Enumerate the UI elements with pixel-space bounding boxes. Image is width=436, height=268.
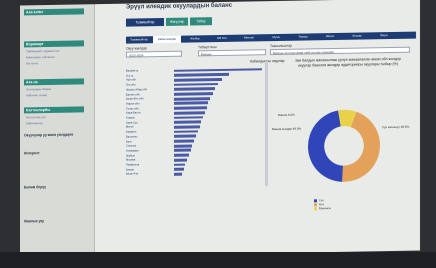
tab-sub[interactable]: Бири <box>371 32 397 39</box>
bar-category-label: Ысык-Ата <box>126 172 139 177</box>
sidebar-item[interactable]: Maaлымат ыйлагын <box>26 54 88 60</box>
bar <box>174 125 200 129</box>
legend-swatch <box>314 207 317 211</box>
donut-callout: Башка кыздар 45.3% <box>272 126 302 132</box>
bar <box>174 67 262 73</box>
bar <box>174 101 209 106</box>
bar <box>174 87 216 91</box>
bar <box>174 134 196 138</box>
legend-item: Башкасы <box>314 206 331 210</box>
sidebar-item[interactable]: Тайбамыйт тадкмлетик <box>26 48 88 54</box>
bar <box>174 148 191 153</box>
bar <box>174 167 184 171</box>
bar-chart: Бишкек ш. Ош ш. Чүй обл. Ош обл. Жалал-Абад … <box>126 67 266 179</box>
sidebar-item[interactable]: Интернэт <box>24 150 88 155</box>
bar <box>174 111 205 115</box>
bar <box>174 130 198 134</box>
tab-sub[interactable]: Ийгил <box>317 33 343 40</box>
bar <box>174 163 186 167</box>
bar <box>174 106 207 110</box>
tab-page[interactable]: Тывамыйтар <box>126 17 164 27</box>
tab-sub[interactable]: Тывамыйтар <box>126 36 152 43</box>
filter-label: Окуу жылдар <box>126 46 147 51</box>
main-content: Эрүүл илевдик окуулардын баланс Тывамыйт… <box>98 0 420 256</box>
sidebar-item[interactable]: Окуучулар уу жана уюлдарга <box>24 132 88 138</box>
sidebar-item[interactable]: Катталган уул <box>26 114 88 119</box>
monitor-screen: Axa ketter Boрамарт Тайбамыйт тадкмлетик… <box>20 0 420 258</box>
monitor-bezel <box>0 252 436 268</box>
sidebar-item[interactable]: Ыy кошу <box>26 60 88 65</box>
bar <box>174 77 223 82</box>
tab-sub-active[interactable]: Кайылымдар <box>153 35 181 44</box>
tab-sub[interactable]: Тамыр <box>290 33 316 40</box>
sidebar-item[interactable]: Кийинки талар <box>26 92 88 97</box>
bar <box>174 144 193 148</box>
filter-select[interactable]: Бардык <box>198 49 266 57</box>
filter-label: Тибыртлыш <box>198 45 217 50</box>
bar <box>174 153 189 157</box>
sidebar: Axa ketter Boрамарт Тайбамыйт тадкмлетик… <box>20 4 95 258</box>
donut-svg <box>308 109 381 182</box>
sidebar-group-header[interactable]: Kаттоолорбы <box>24 106 84 114</box>
tab-sub[interactable]: Жасар <box>344 32 370 39</box>
filter-label: Тышылыштар <box>270 43 292 49</box>
sub-tabs: Тывамыйтар Кайылымдар Жибер ОБ Ост Мекте… <box>126 31 416 44</box>
legend-label: Башкасы <box>319 206 331 211</box>
sidebar-group-header[interactable]: Ата-на <box>24 78 84 86</box>
filter-select[interactable]: 2023-2024 <box>126 50 182 58</box>
donut-callout: Уул катышуу 46.5% <box>382 124 410 130</box>
donut-callout: Башка 8.2% <box>278 112 295 117</box>
tab-sub[interactable]: ОБ Ост <box>209 35 235 42</box>
donut-chart-title: Эки балдын жанашылыш уулун жанааланган а… <box>294 56 402 68</box>
bar <box>174 158 188 162</box>
tab-sub[interactable]: Мектеп <box>236 34 262 41</box>
donut-slice[interactable] <box>308 110 343 182</box>
bar <box>174 96 211 101</box>
bar <box>174 139 195 143</box>
sidebar-item[interactable]: Билим берүү <box>24 184 88 189</box>
sidebar-header[interactable]: Axa ketter <box>24 8 84 16</box>
filter-select[interactable]: Бардык окуулар жана лабк куулар чиршиби <box>270 46 410 56</box>
donut-chart <box>304 105 384 186</box>
scrollbar[interactable] <box>265 61 268 187</box>
sidebar-item[interactable]: Жаалык уку <box>24 218 88 223</box>
tab-sub[interactable]: Муха <box>263 34 289 41</box>
sidebar-group-header[interactable]: Boрамарт <box>24 40 84 48</box>
tab-sub[interactable]: Жибер <box>182 35 208 42</box>
bar <box>174 172 182 176</box>
bar <box>174 120 202 124</box>
bar <box>174 82 218 87</box>
bar <box>174 73 229 77</box>
bar <box>174 92 213 96</box>
bar <box>174 115 204 120</box>
sidebar-item[interactable]: Атагандын баары <box>26 86 88 91</box>
tab-page[interactable]: Жагүүлөр <box>166 17 188 26</box>
donut-legend: Уул Кыз Башкасы <box>314 198 331 210</box>
tab-page[interactable]: Табар <box>190 17 212 26</box>
sidebar-item[interactable]: Кийинкилер <box>26 120 88 125</box>
page-title: Эрүүл илевдик окуулардын баланс <box>126 2 233 11</box>
